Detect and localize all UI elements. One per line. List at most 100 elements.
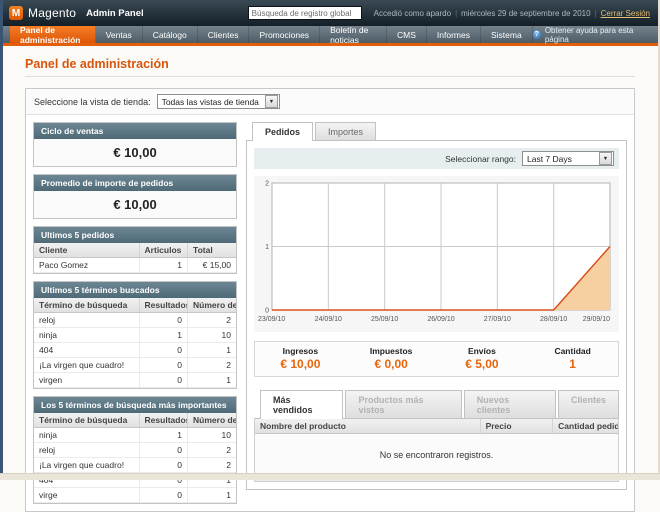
column-header: Resultados — [139, 298, 187, 313]
table-header-row: Nombre del productoPrecioCantidad pedida — [255, 419, 618, 434]
svg-text:0: 0 — [265, 308, 269, 315]
svg-text:27/09/10: 27/09/10 — [484, 316, 511, 323]
nav-item[interactable]: CMS — [387, 26, 427, 43]
stat-value: € 10,00 — [255, 357, 346, 371]
nav-item[interactable]: Clientes — [198, 26, 250, 43]
nav-items: Panel de administraciónVentasCatálogoCli… — [10, 26, 533, 43]
nav-item[interactable]: Ventas — [96, 26, 143, 43]
nav-item[interactable]: Sistema — [481, 26, 533, 43]
range-bar: Seleccionar rango: Last 7 Days ▼ — [254, 148, 619, 169]
column-header: Término de búsqueda — [34, 413, 139, 428]
column-header: Cliente — [34, 243, 139, 258]
svg-text:24/09/10: 24/09/10 — [315, 316, 342, 323]
top-search-terms-box: Los 5 términos de búsqueda más important… — [33, 396, 237, 504]
svg-text:23/09/10: 23/09/10 — [258, 316, 285, 323]
tab[interactable]: Nuevos clientes — [464, 390, 556, 418]
table-cell: 2 — [188, 313, 236, 328]
dashboard-main: PedidosImportes Seleccionar rango: Last … — [246, 122, 627, 490]
range-label: Seleccionar rango: — [445, 154, 516, 164]
stat-label: Cantidad — [527, 346, 618, 356]
table-cell: 10 — [188, 328, 236, 343]
svg-text:2: 2 — [265, 181, 269, 188]
table-row: ¡La virgen que cuadro!02 — [34, 458, 236, 473]
table-cell: 1 — [188, 343, 236, 358]
table-row: reloj02 — [34, 313, 236, 328]
dashboard-body: Ciclo de ventas € 10,00 Promedio de impo… — [26, 115, 634, 511]
table-cell: 10 — [188, 428, 236, 443]
nav-item[interactable]: Panel de administración — [10, 26, 96, 43]
stat: Ingresos€ 10,00 — [255, 346, 346, 371]
range-select[interactable]: Last 7 Days ▼ — [522, 151, 614, 166]
table-cell: 1 — [188, 488, 236, 503]
nav-item[interactable]: Promociones — [249, 26, 320, 43]
average-orders-value: € 10,00 — [34, 191, 236, 218]
help-link[interactable]: ? Obtener ayuda para esta página — [533, 26, 660, 43]
tab[interactable]: Pedidos — [252, 122, 313, 141]
tab[interactable]: Productos más vistos — [345, 390, 461, 418]
table-cell: virgen — [34, 373, 139, 388]
table-row: reloj02 — [34, 443, 236, 458]
table-row: 40401 — [34, 343, 236, 358]
table-header-row: Término de búsquedaResultadosNúmero de u… — [34, 413, 236, 428]
column-header: Precio — [480, 419, 553, 434]
table-cell: € 15,00 — [188, 258, 236, 273]
table-cell: 0 — [139, 458, 187, 473]
table-cell: 1 — [188, 373, 236, 388]
last-orders-box: Ultimos 5 pedidos ClienteArticulosTotalP… — [33, 226, 237, 274]
svg-text:1: 1 — [265, 244, 269, 251]
tab[interactable]: Importes — [315, 122, 376, 140]
tab[interactable]: Clientes — [558, 390, 619, 418]
nav-item[interactable]: Boletín de noticias — [320, 26, 387, 43]
current-date: miércoles 29 de septiembre de 2010 — [461, 9, 590, 18]
stat: Impuestos€ 0,00 — [346, 346, 437, 371]
table-header-row: Término de búsquedaResultadosNúmero de u… — [34, 298, 236, 313]
window-frame-bottom — [0, 473, 660, 480]
table-cell: 0 — [139, 443, 187, 458]
logout-link[interactable]: Cerrar Sesión — [601, 9, 650, 18]
table-cell: 404 — [34, 343, 139, 358]
svg-text:25/09/10: 25/09/10 — [371, 316, 398, 323]
table-cell: reloj — [34, 313, 139, 328]
stat-value: € 5,00 — [437, 357, 528, 371]
column-header: Término de búsqueda — [34, 298, 139, 313]
table-cell: 1 — [139, 328, 187, 343]
top-search-terms-table: Término de búsquedaResultadosNúmero de u… — [34, 413, 236, 503]
stat-label: Ingresos — [255, 346, 346, 356]
range-value: Last 7 Days — [527, 154, 572, 164]
store-view-bar: Seleccione la vista de tienda: Todas las… — [26, 89, 634, 115]
table-cell: ¡La virgen que cuadro! — [34, 358, 139, 373]
nav-item[interactable]: Informes — [427, 26, 481, 43]
table-cell: 2 — [188, 443, 236, 458]
table-cell: 0 — [139, 358, 187, 373]
table-row: virgen01 — [34, 373, 236, 388]
chevron-down-icon: ▼ — [265, 95, 278, 108]
bottom-tabs: Más vendidosProductos más vistosNuevos c… — [254, 390, 619, 418]
stat-value: 1 — [527, 357, 618, 371]
tab[interactable]: Más vendidos — [260, 390, 343, 419]
chart-tabs: PedidosImportes — [246, 122, 627, 140]
magento-logo-icon: M — [9, 6, 23, 20]
box-title: Promedio de importe de pedidos — [34, 175, 236, 191]
main-nav: Panel de administraciónVentasCatálogoCli… — [0, 26, 660, 46]
stat-value: € 0,00 — [346, 357, 437, 371]
page-title: Panel de administración — [25, 57, 635, 71]
last-orders-table: ClienteArticulosTotalPaco Gomez1€ 15,00 — [34, 243, 236, 273]
nav-item[interactable]: Catálogo — [143, 26, 198, 43]
dashboard-sidebar: Ciclo de ventas € 10,00 Promedio de impo… — [33, 122, 237, 504]
store-view-select[interactable]: Todas las vistas de tienda ▼ — [157, 94, 280, 109]
window-frame-left — [0, 0, 3, 480]
box-title: Ciclo de ventas — [34, 123, 236, 139]
table-cell: ¡La virgen que cuadro! — [34, 458, 139, 473]
stats-row: Ingresos€ 10,00Impuestos€ 0,00Envíos€ 5,… — [254, 341, 619, 377]
average-orders-box: Promedio de importe de pedidos € 10,00 — [33, 174, 237, 219]
stat-label: Impuestos — [346, 346, 437, 356]
table-cell: Paco Gomez — [34, 258, 139, 273]
table-cell: 1 — [139, 258, 187, 273]
column-header: Total — [188, 243, 236, 258]
store-view-label: Seleccione la vista de tienda: — [34, 97, 151, 107]
table-cell: 0 — [139, 313, 187, 328]
title-divider — [25, 76, 635, 77]
table-cell: virge — [34, 488, 139, 503]
global-search-input[interactable] — [248, 6, 362, 20]
column-header: Número de usos — [188, 298, 236, 313]
